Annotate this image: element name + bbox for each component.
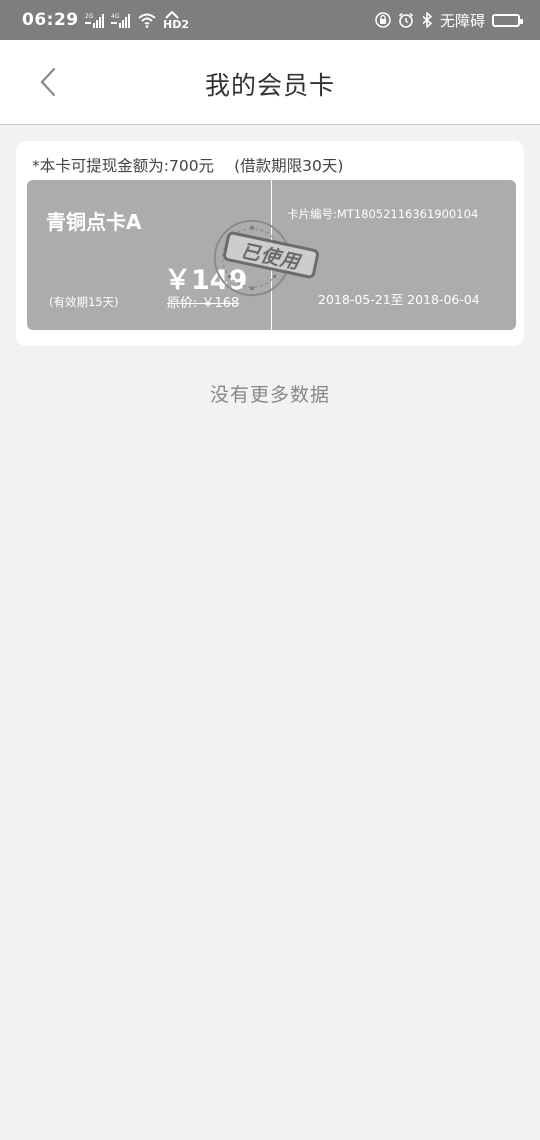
status-time: 06:29 bbox=[22, 10, 79, 30]
status-left: 06:29 2G 4G HD2 bbox=[22, 10, 189, 30]
card-note-amount: *本卡可提现金额为:700元 bbox=[32, 157, 215, 175]
card-note-term: (借款期限30天) bbox=[234, 157, 344, 175]
signal-icon: 4G bbox=[110, 12, 131, 28]
card-validity: (有效期15天) bbox=[49, 295, 119, 309]
card-note: *本卡可提现金额为:700元 (借款期限30天) bbox=[32, 154, 343, 176]
hd-label: HD2 bbox=[163, 18, 189, 29]
hd-icon: HD2 bbox=[163, 11, 189, 29]
signal-icon: 2G bbox=[84, 12, 105, 28]
signal2-label: 4G bbox=[111, 13, 120, 20]
card-number: 卡片编号:MT18052116361900104 bbox=[287, 207, 479, 221]
no-more-data: 没有更多数据 bbox=[209, 384, 330, 406]
signal1-label: 2G bbox=[85, 13, 94, 20]
lock-icon bbox=[375, 12, 391, 28]
status-bar: 06:29 2G 4G HD2 无障碍 bbox=[0, 0, 540, 40]
bluetooth-icon bbox=[421, 12, 433, 28]
card-name: 青铜点卡A bbox=[46, 210, 142, 234]
status-right: 无障碍 bbox=[375, 10, 523, 31]
alarm-icon bbox=[398, 12, 414, 28]
wifi-icon bbox=[137, 12, 157, 28]
card-original-price: 原价: ￥168 bbox=[167, 296, 240, 311]
page-title: 我的会员卡 bbox=[204, 71, 335, 100]
battery-icon bbox=[492, 13, 523, 27]
nav-bar: 我的会员卡 bbox=[0, 40, 540, 125]
card-period: 2018-05-21至 2018-06-04 bbox=[318, 292, 480, 307]
accessibility-label: 无障碍 bbox=[439, 11, 485, 30]
